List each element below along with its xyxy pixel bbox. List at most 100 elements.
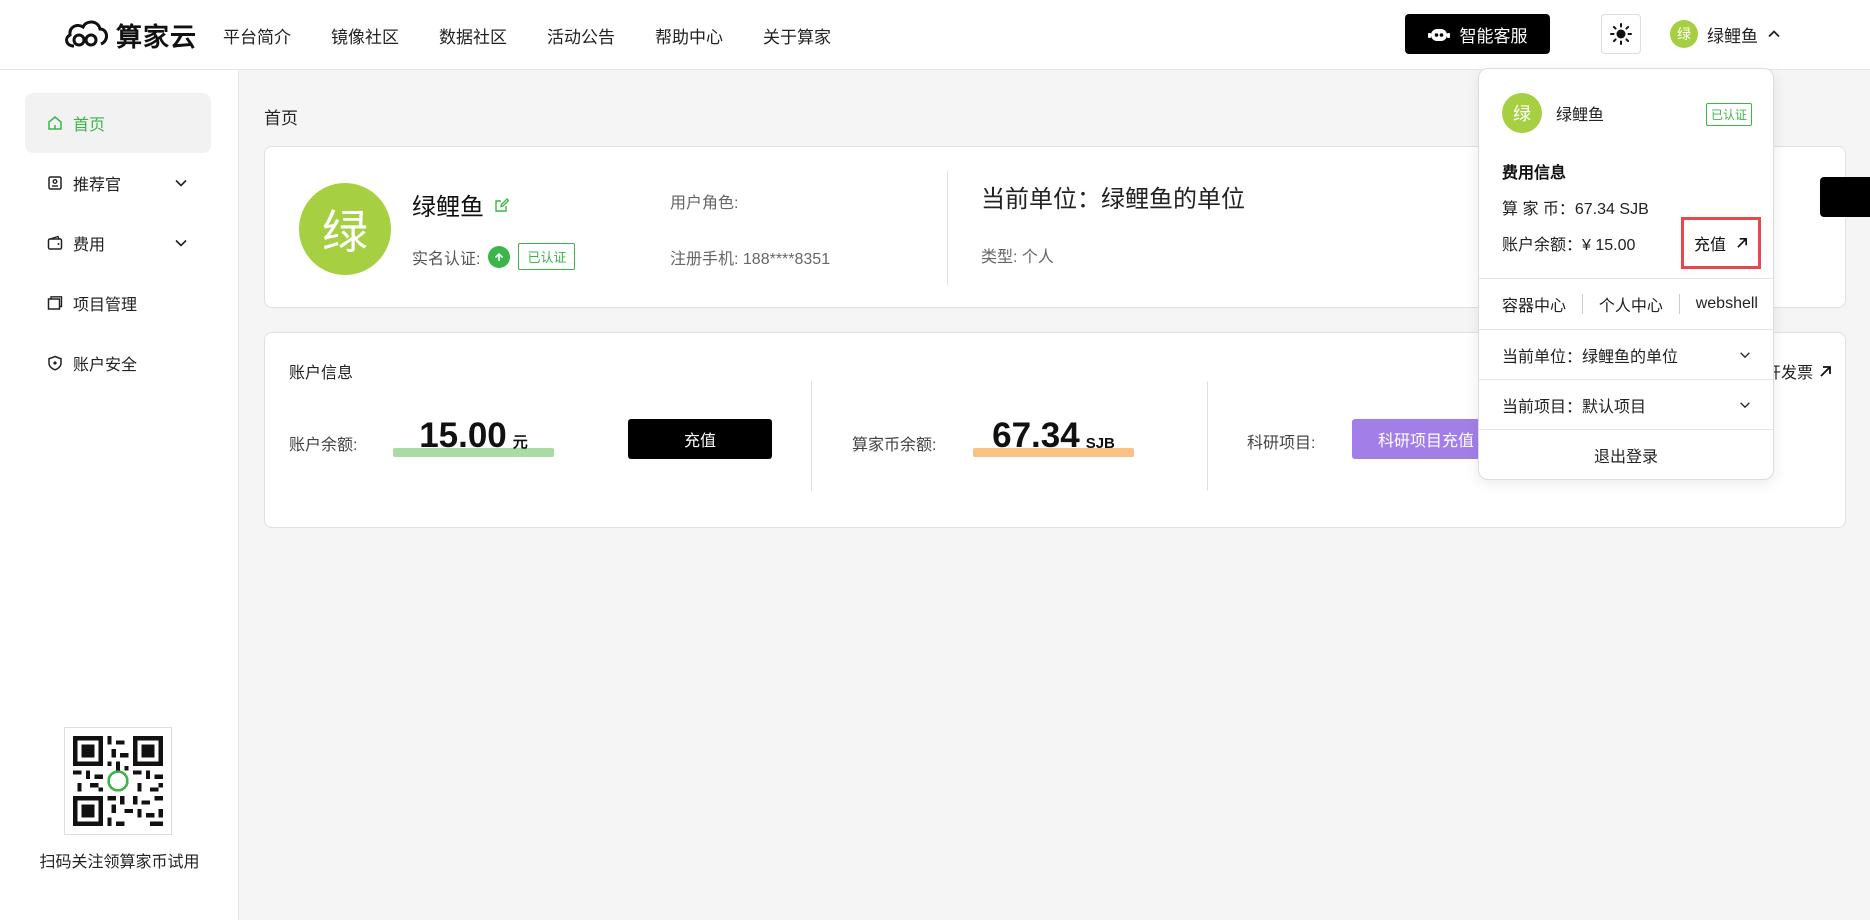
research-label: 科研项目:: [1247, 435, 1316, 452]
status-badge: 已认证: [1705, 103, 1752, 126]
sidebar-item-security[interactable]: 账户安全: [25, 333, 211, 393]
divider: [1479, 278, 1773, 279]
fee-info-title: 费用信息: [1502, 165, 1567, 182]
logo[interactable]: 算家云: [62, 12, 197, 58]
nav-announcements[interactable]: 活动公告: [547, 23, 615, 48]
sidebar-item-projects[interactable]: 项目管理: [25, 273, 211, 333]
link-container-center[interactable]: 容器中心: [1502, 292, 1566, 316]
wechat-qr-code: [64, 727, 172, 835]
sidebar-item-label: 首页: [73, 117, 106, 134]
unit-selector-label: 当前单位：绿鲤鱼的单位: [1502, 349, 1679, 366]
wallet-icon: [47, 235, 63, 250]
breadcrumb: 首页: [264, 109, 298, 128]
chevron-down-icon: [175, 179, 187, 187]
nav-image-community[interactable]: 镜像社区: [331, 23, 399, 48]
coin-amount: 67.34 SJB: [973, 416, 1134, 457]
profile-name-row: 绿鲤鱼: [412, 187, 510, 222]
edit-icon[interactable]: [494, 197, 510, 213]
dropdown-recharge-label: 充值: [1693, 237, 1726, 254]
unit-type-row: 类型: 个人: [981, 243, 1054, 267]
invoice-link[interactable]: 开发票: [1765, 359, 1832, 383]
unit-type-value: 个人: [1021, 249, 1054, 266]
phone-label: 注册手机:: [670, 251, 739, 268]
profile-name: 绿鲤鱼: [412, 194, 484, 221]
user-dropdown: 绿 绿鲤鱼 已认证 费用信息 算 家 币：67.34 SJB 账户余额：¥ 15…: [1478, 68, 1774, 480]
recharge-button[interactable]: 充值: [628, 419, 772, 459]
link-webshell[interactable]: webshell: [1696, 295, 1758, 313]
dropdown-user-header: 绿 绿鲤鱼 已认证: [1502, 93, 1752, 133]
dropdown-recharge-button[interactable]: 充值: [1681, 217, 1761, 269]
chevron-down-icon: [1740, 402, 1750, 409]
sun-icon: [1610, 23, 1632, 45]
project-selector[interactable]: 当前项目：默认项目: [1502, 392, 1752, 418]
badge-icon: [48, 176, 62, 190]
sidebar-item-home[interactable]: 首页: [25, 93, 211, 153]
divider: [1581, 294, 1583, 314]
coin-value: 67.34: [992, 416, 1080, 455]
quick-links: 容器中心 个人中心 webshell: [1502, 291, 1758, 317]
chevron-down-icon: [1740, 352, 1750, 359]
status-badge: 已认证: [518, 243, 576, 270]
avatar: 绿: [1502, 93, 1542, 133]
arrow-up-right-icon: [1820, 365, 1831, 377]
current-unit-title: 当前单位：绿鲤鱼的单位: [981, 186, 1245, 213]
account-title: 账户信息: [289, 365, 354, 382]
nav-platform-intro[interactable]: 平台简介: [223, 23, 291, 48]
unit-selector[interactable]: 当前单位：绿鲤鱼的单位: [1502, 342, 1752, 368]
divider: [1479, 329, 1773, 330]
sidebar: 首页 推荐官 费用 项目管理 账户安全 扫码关注领算家币试用: [0, 70, 239, 920]
sidebar-item-referrer[interactable]: 推荐官: [25, 153, 211, 213]
dropdown-user-name: 绿鲤鱼: [1556, 107, 1605, 124]
balance-label: 账户余额:: [289, 437, 358, 454]
verified-check-icon: [488, 245, 511, 268]
user-name: 绿鲤鱼: [1707, 26, 1758, 46]
phone-value: 188****8351: [742, 251, 831, 268]
qr-code-icon: [73, 736, 163, 826]
nav-data-community[interactable]: 数据社区: [439, 23, 507, 48]
sidebar-item-label: 项目管理: [73, 297, 138, 314]
realname-label: 实名认证:: [412, 250, 481, 268]
chevron-down-icon: [175, 239, 187, 247]
logout-button[interactable]: 退出登录: [1479, 443, 1773, 467]
avatar: 绿: [1670, 20, 1698, 48]
home-icon: [48, 116, 62, 130]
divider: [1479, 379, 1773, 380]
smart-service-label: 智能客服: [1459, 26, 1528, 46]
avatar: 绿: [299, 183, 391, 275]
nav-about[interactable]: 关于算家: [763, 23, 831, 48]
chevron-up-icon: [1768, 30, 1780, 38]
user-menu-trigger[interactable]: 绿 绿鲤鱼: [1670, 20, 1781, 48]
link-personal-center[interactable]: 个人中心: [1599, 292, 1663, 316]
divider: [1678, 294, 1680, 314]
project-selector-label: 当前项目：默认项目: [1502, 399, 1647, 416]
coin-label: 算 家 币：: [1502, 201, 1575, 218]
divider: [1479, 429, 1773, 430]
folder-icon: [47, 296, 63, 310]
divider: [811, 381, 812, 491]
switch-unit-button[interactable]: [1820, 177, 1870, 217]
sidebar-item-fees[interactable]: 费用: [25, 213, 211, 273]
coin-value: 67.34 SJB: [1574, 201, 1649, 218]
smart-service-button[interactable]: 智能客服: [1405, 14, 1550, 54]
arrow-up-right-icon: [1737, 238, 1747, 248]
realname-row: 实名认证: 已认证: [412, 243, 576, 270]
main-nav: 平台简介 镜像社区 数据社区 活动公告 帮助中心 关于算家: [223, 0, 871, 70]
sidebar-item-label: 账户安全: [73, 357, 138, 374]
brand-name: 算家云: [116, 21, 198, 52]
top-bar: 算家云 平台简介 镜像社区 数据社区 活动公告 帮助中心 关于算家 智能客服 绿…: [0, 0, 1870, 70]
user-role-label: 用户角色:: [670, 195, 739, 212]
divider: [947, 171, 948, 285]
balance-value: 15.00: [419, 416, 507, 455]
divider: [1207, 381, 1208, 491]
balance-value: ¥ 15.00: [1582, 237, 1636, 254]
unit-type-label: 类型:: [981, 249, 1018, 266]
theme-toggle-button[interactable]: [1601, 14, 1641, 54]
balance-amount: 15.00 元: [393, 416, 554, 457]
nav-help-center[interactable]: 帮助中心: [655, 23, 723, 48]
coin-unit: SJB: [1085, 435, 1115, 452]
shield-icon: [48, 355, 62, 371]
balance-unit: 元: [512, 434, 528, 451]
balance-label: 账户余额：: [1502, 237, 1583, 254]
sidebar-item-label: 推荐官: [73, 177, 122, 194]
phone-row: 注册手机: 188****8351: [670, 245, 830, 269]
